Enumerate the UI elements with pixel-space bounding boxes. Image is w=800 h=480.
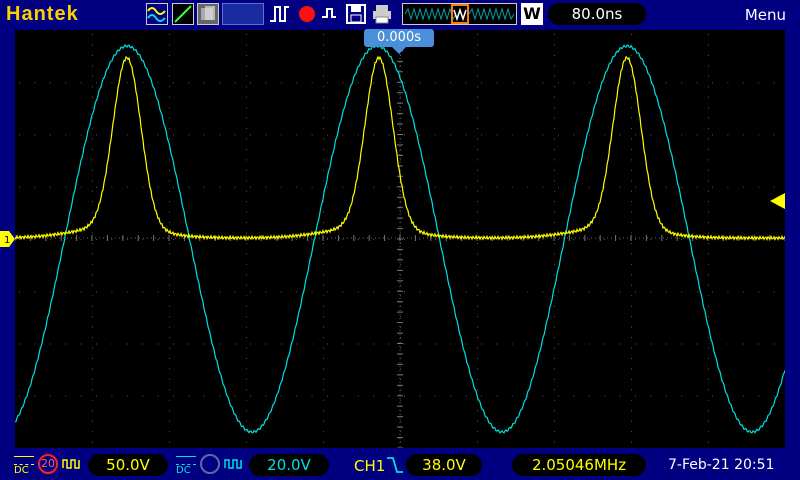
trigger-level-marker-icon[interactable] [770, 193, 785, 209]
display-mode-box[interactable] [222, 3, 264, 25]
ch1-coupling-label: DC [14, 465, 29, 476]
ch2-trace [15, 43, 785, 434]
pulse-icon-2[interactable] [320, 3, 342, 25]
print-icon[interactable] [371, 3, 393, 25]
brand-logo: Hantek [6, 3, 79, 25]
channel-1-marker-icon[interactable]: 1 [0, 231, 15, 247]
menu-button[interactable]: Menu [745, 6, 786, 24]
frequency-readout: 2.05046MHz [512, 454, 646, 476]
timebase-display[interactable]: 80.0ns [548, 3, 646, 25]
ch1-bandwidth-icon [62, 459, 80, 469]
trigger-mode-icon[interactable]: W [521, 3, 543, 25]
ch1-probe-label: 20 [41, 457, 55, 470]
pulse-icon[interactable] [268, 3, 292, 25]
ch1-coupling[interactable]: DC [14, 456, 34, 476]
ch2-volts-div[interactable]: 20.0V [249, 454, 329, 476]
top-bar: Hantek W 80.0ns Menu [0, 0, 800, 30]
trigger-edge-icon [387, 457, 403, 473]
ch1-probe-badge[interactable]: 20 [38, 454, 58, 474]
persistence-icon[interactable] [197, 3, 219, 25]
cursor-icon[interactable] [172, 3, 194, 25]
time-offset-label: 0.000s [364, 29, 434, 47]
trigger-source[interactable]: CH1 [354, 457, 385, 475]
waveform-icon[interactable] [146, 3, 168, 25]
ch2-probe-badge[interactable] [200, 454, 220, 474]
record-icon[interactable] [296, 3, 318, 25]
date-time: 7-Feb-21 20:51 [668, 457, 775, 473]
time-offset-pointer [392, 47, 406, 54]
waveform-traces [15, 43, 785, 434]
svg-text:1: 1 [4, 235, 10, 246]
ch2-coupling[interactable]: DC [176, 456, 196, 476]
save-icon[interactable] [345, 3, 367, 25]
memory-overview[interactable] [402, 3, 517, 25]
ch2-bandwidth-icon [224, 459, 242, 469]
waveform-screen[interactable] [15, 30, 785, 448]
trigger-level[interactable]: 38.0V [406, 454, 482, 476]
ch1-volts-div[interactable]: 50.0V [88, 454, 168, 476]
trigger-mode-letter: W [523, 4, 541, 23]
ch2-coupling-label: DC [176, 465, 191, 476]
